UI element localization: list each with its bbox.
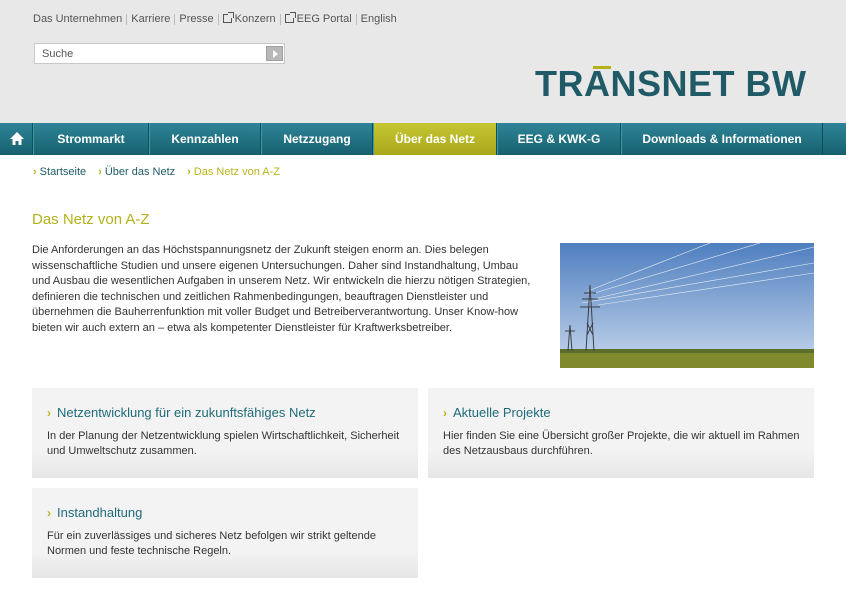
teaser-title[interactable]: › Netzentwicklung für ein zukunftsfähiges… xyxy=(47,405,316,420)
nav-item-downloads[interactable]: Downloads & Informationen xyxy=(621,123,823,155)
teaser-title[interactable]: › Instandhaltung xyxy=(47,505,142,520)
nav-home-button[interactable] xyxy=(0,123,33,155)
intro-text: Die Anforderungen an das Höchstspannungs… xyxy=(32,244,531,334)
top-links: Das Unternehmen Karriere Presse Konzern … xyxy=(33,11,397,25)
divider xyxy=(217,13,219,25)
chevron-right-icon: › xyxy=(443,405,447,420)
search-input[interactable] xyxy=(35,44,260,63)
search-box xyxy=(34,43,285,64)
nav-item-netzzugang[interactable]: Netzzugang xyxy=(261,123,373,155)
top-link-unternehmen[interactable]: Das Unternehmen xyxy=(33,13,122,25)
breadcrumb-item-startseite[interactable]: › Startseite xyxy=(33,166,86,178)
chevron-right-icon: › xyxy=(47,505,51,520)
chevron-right-icon: › xyxy=(47,405,51,420)
top-link-presse[interactable]: Presse xyxy=(179,13,213,25)
teaser-title[interactable]: › Aktuelle Projekte xyxy=(443,405,551,420)
nav-item-strommarkt[interactable]: Strommarkt xyxy=(33,123,149,155)
nav-item-kennzahlen[interactable]: Kennzahlen xyxy=(149,123,261,155)
nav-item-eeg-kwk[interactable]: EEG & KWK-G xyxy=(497,123,621,155)
transnetbw-logo-icon: TRANSNET BW xyxy=(535,63,806,104)
site-header: Das Unternehmen Karriere Presse Konzern … xyxy=(0,0,846,123)
top-link-english[interactable]: English xyxy=(361,13,397,25)
teaser-text: Hier finden Sie eine Übersicht großer Pr… xyxy=(443,430,800,457)
divider xyxy=(279,13,281,25)
svg-text:TRANSNET BW: TRANSNET BW xyxy=(535,63,806,102)
nav-item-ueber-das-netz[interactable]: Über das Netz xyxy=(373,123,497,155)
page-title: Das Netz von A-Z xyxy=(32,211,150,228)
power-line-photo xyxy=(560,243,814,368)
teaser-text: Für ein zuverlässiges und sicheres Netz … xyxy=(47,530,376,557)
teaser-text: In der Planung der Netzentwicklung spiel… xyxy=(47,430,400,457)
divider xyxy=(355,13,357,25)
search-submit-button[interactable] xyxy=(266,46,283,61)
chevron-right-icon: › xyxy=(33,166,37,178)
external-link-icon xyxy=(284,11,296,23)
top-link-karriere[interactable]: Karriere xyxy=(131,13,170,25)
breadcrumb-item-ueber-das-netz[interactable]: › Über das Netz xyxy=(98,166,175,178)
breadcrumb-item-current: › Das Netz von A-Z xyxy=(187,166,280,178)
logo[interactable]: TRANSNET BW xyxy=(535,62,815,104)
chevron-right-icon: › xyxy=(187,166,191,178)
teaser-netzentwicklung[interactable]: › Netzentwicklung für ein zukunftsfähiges… xyxy=(32,388,418,478)
top-link-eeg-portal[interactable]: EEG Portal xyxy=(284,11,352,25)
divider xyxy=(126,13,128,25)
home-icon xyxy=(10,132,24,145)
chevron-right-icon: › xyxy=(98,166,102,178)
main-nav: Strommarkt Kennzahlen Netzzugang Über da… xyxy=(0,123,846,155)
teaser-aktuelle-projekte[interactable]: › Aktuelle Projekte Hier finden Sie eine … xyxy=(428,388,814,478)
divider xyxy=(174,13,176,25)
top-link-konzern[interactable]: Konzern xyxy=(222,11,276,25)
teaser-instandhaltung[interactable]: › Instandhaltung Für ein zuverlässiges un… xyxy=(32,488,418,578)
external-link-icon xyxy=(222,11,234,23)
breadcrumb: › Startseite › Über das Netz › Das Netz von… xyxy=(33,166,292,178)
